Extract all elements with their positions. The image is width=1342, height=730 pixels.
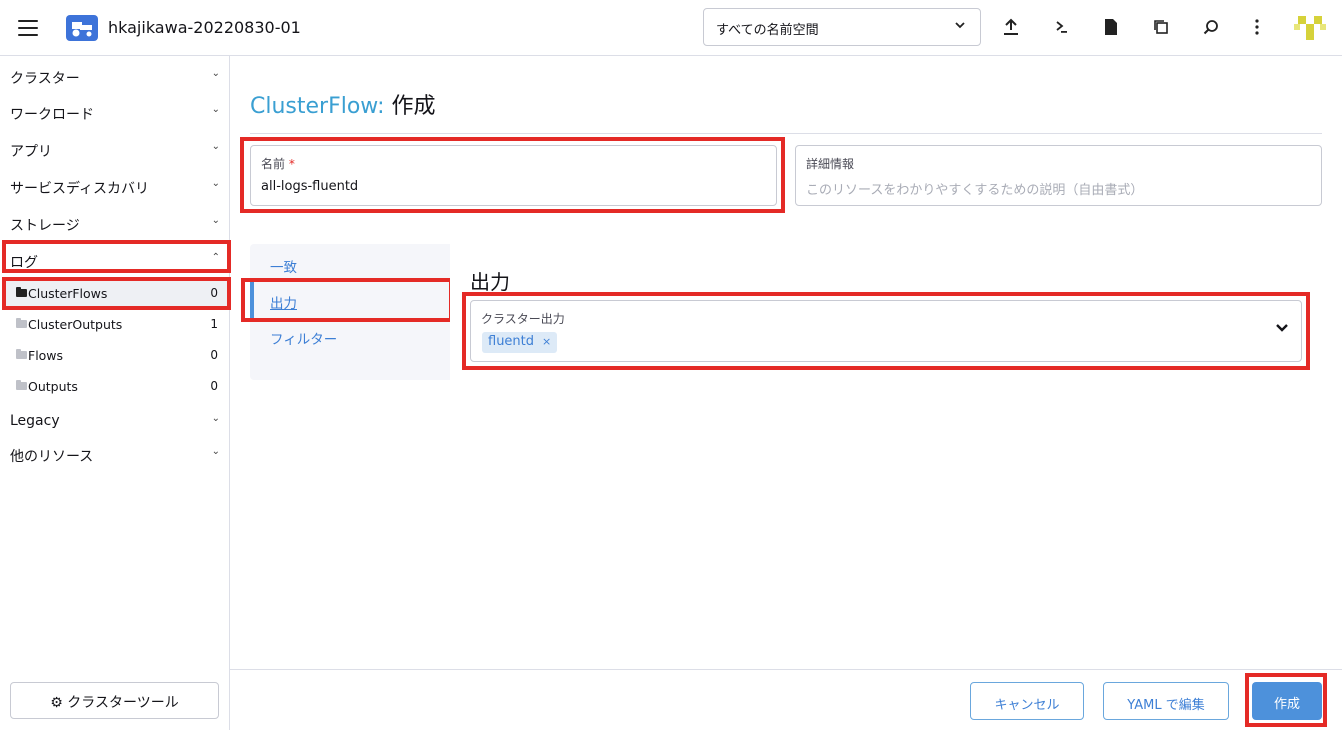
name-field[interactable]: 名前 * all-logs-fluentd — [250, 145, 777, 206]
edit-yaml-button[interactable]: YAML で編集 — [1103, 682, 1229, 720]
upload-icon[interactable] — [1000, 16, 1022, 38]
nav-group-label: サービスディスカバリ — [10, 181, 150, 197]
nav-group-service-discovery[interactable]: サービスディスカバリ ⌄ — [4, 168, 230, 202]
remove-chip-icon[interactable]: × — [542, 335, 551, 348]
nav-group-label: クラスター — [10, 71, 80, 87]
cluster-tools-label: クラスターツール — [67, 695, 179, 711]
cluster-output-select[interactable]: クラスター出力 fluentd × — [470, 300, 1302, 362]
cluster-name: hkajikawa-20220830-01 — [108, 18, 301, 37]
item-count: 0 — [210, 348, 218, 362]
tab-outputs[interactable]: 出力 — [270, 292, 297, 312]
resource-type-link[interactable]: ClusterFlow: — [250, 94, 385, 119]
sidebar-item-clusteroutputs[interactable]: ClusterOutputs 1 — [4, 311, 230, 339]
sidebar-item-flows[interactable]: Flows 0 — [4, 342, 230, 370]
nav-group-storage[interactable]: ストレージ ⌄ — [4, 205, 230, 239]
nav-group-logging[interactable]: ログ ⌃ — [4, 242, 230, 276]
sidebar-item-label: Flows — [28, 348, 64, 363]
search-icon[interactable] — [1200, 16, 1222, 38]
sidebar-item-clusterflows[interactable]: ClusterFlows 0 — [4, 280, 230, 308]
panel-title: 出力 — [470, 270, 510, 294]
nav-group-apps[interactable]: アプリ ⌄ — [4, 131, 230, 165]
folder-icon — [16, 349, 27, 359]
chevron-up-icon: ⌃ — [211, 252, 220, 263]
divider — [250, 133, 1322, 134]
item-count: 0 — [210, 286, 218, 300]
selected-output-chip: fluentd × — [482, 332, 558, 353]
form-footer: キャンセル YAML で編集 作成 — [230, 669, 1342, 730]
sidebar: クラスター ⌄ ワークロード ⌄ アプリ ⌄ サービスディスカバリ ⌄ ストレー… — [0, 56, 230, 730]
create-button[interactable]: 作成 — [1252, 682, 1322, 720]
page-action: 作成 — [391, 94, 436, 119]
top-bar: hkajikawa-20220830-01 すべての名前空間 — [0, 0, 1342, 56]
folder-icon — [16, 318, 27, 328]
sidebar-item-outputs[interactable]: Outputs 0 — [4, 373, 230, 401]
nav-group-legacy[interactable]: Legacy ⌄ — [4, 403, 230, 437]
description-field[interactable]: 詳細情報 このリソースをわかりやすくするための説明（自由書式） — [795, 145, 1322, 206]
tab-match[interactable]: 一致 — [270, 256, 297, 276]
nav-group-label: アプリ — [10, 144, 52, 160]
hamburger-icon[interactable] — [18, 20, 38, 36]
folder-icon — [16, 380, 27, 390]
chevron-down-icon: ⌄ — [211, 446, 220, 457]
active-tab-indicator — [250, 282, 254, 318]
chevron-down-icon[interactable] — [1275, 321, 1289, 337]
nav-group-workload[interactable]: ワークロード ⌄ — [4, 94, 230, 128]
namespace-select[interactable]: すべての名前空間 — [703, 8, 981, 46]
sidebar-item-label: Outputs — [28, 379, 78, 394]
nav-group-label: ワークロード — [10, 107, 94, 123]
cluster-output-label: クラスター出力 — [481, 312, 565, 326]
copy-icon[interactable] — [1150, 16, 1172, 38]
cancel-button[interactable]: キャンセル — [970, 682, 1084, 720]
sidebar-item-label: ClusterFlows — [28, 286, 108, 301]
nav-group-label: ログ — [10, 255, 38, 271]
chevron-down-icon: ⌄ — [211, 141, 220, 152]
required-mark: * — [288, 157, 295, 171]
chevron-down-icon: ⌄ — [211, 68, 220, 79]
namespace-select-value: すべての名前空間 — [716, 23, 819, 38]
chevron-down-icon: ⌄ — [211, 413, 220, 424]
cluster-tools-button[interactable]: ⚙ クラスターツール — [10, 682, 219, 719]
description-placeholder: このリソースをわかりやすくするための説明（自由書式） — [806, 183, 1144, 198]
nav-group-cluster[interactable]: クラスター ⌄ — [4, 58, 230, 92]
terminal-icon[interactable] — [1050, 16, 1072, 38]
chevron-down-icon — [954, 19, 966, 35]
name-label-text: 名前 — [261, 157, 286, 171]
chip-label: fluentd — [488, 334, 535, 349]
item-count: 0 — [210, 379, 218, 393]
nav-group-label: ストレージ — [10, 218, 80, 234]
chevron-down-icon: ⌄ — [211, 104, 220, 115]
avatar[interactable] — [1292, 12, 1328, 46]
gear-icon: ⚙ — [50, 695, 63, 711]
folder-icon — [16, 287, 27, 297]
nav-group-label: 他のリソース — [10, 449, 94, 465]
cluster-logo-icon — [66, 15, 98, 41]
nav-group-label: Legacy — [10, 413, 60, 429]
file-icon[interactable] — [1100, 16, 1122, 38]
nav-group-more-resources[interactable]: 他のリソース ⌄ — [4, 436, 230, 470]
sidebar-item-label: ClusterOutputs — [28, 317, 123, 332]
chevron-down-icon: ⌄ — [211, 215, 220, 226]
page-title: ClusterFlow: 作成 — [250, 88, 436, 120]
name-field-value: all-logs-fluentd — [261, 179, 359, 194]
description-field-label: 詳細情報 — [806, 157, 855, 171]
item-count: 1 — [210, 317, 218, 331]
more-icon[interactable] — [1246, 16, 1268, 38]
tab-filters[interactable]: フィルター — [270, 328, 337, 348]
name-field-label: 名前 * — [261, 155, 766, 172]
chevron-down-icon: ⌄ — [211, 178, 220, 189]
